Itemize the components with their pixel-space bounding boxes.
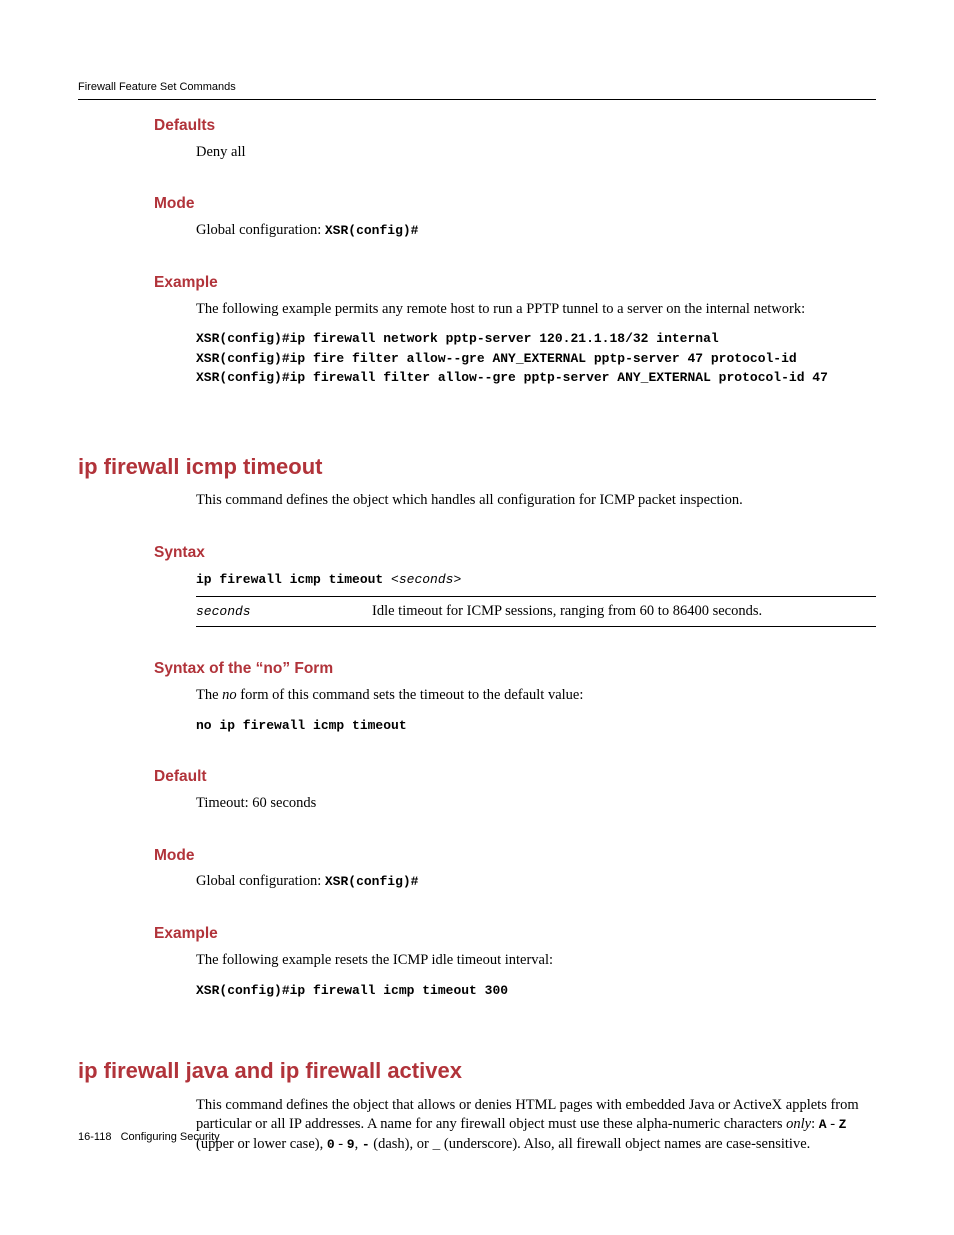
page: Firewall Feature Set Commands Defaults D… [0, 0, 954, 1235]
syntax-arg: <seconds> [391, 572, 461, 587]
table-row: seconds Idle timeout for ICMP sessions, … [196, 596, 876, 627]
default2-text: Timeout: 60 seconds [196, 794, 876, 814]
page-footer: 16-118 Configuring Security [78, 1130, 220, 1145]
example1-line-2: XSR(config)#ip firewall filter allow--gr… [196, 368, 876, 388]
example1-line-0: XSR(config)#ip firewall network pptp-ser… [196, 329, 876, 349]
heading-command-java: ip firewall java and ip firewall activex [78, 1056, 876, 1086]
syntax-cmd: ip firewall icmp timeout [196, 572, 391, 587]
example1-intro: The following example permits any remote… [196, 300, 876, 320]
cmd2-bA: A [819, 1117, 827, 1132]
heading-no-form: Syntax of the “no” Form [78, 659, 876, 680]
mode2-prefix: Global configuration: [196, 873, 325, 889]
heading-syntax: Syntax [78, 543, 876, 564]
mode1-prompt: XSR(config)# [325, 223, 419, 238]
footer-section: Configuring Security [121, 1131, 220, 1143]
heading-example-2: Example [78, 924, 876, 945]
cmd2-d8: (underscore). Also, all firewall object … [440, 1136, 810, 1152]
cmd2-d3: - [827, 1116, 839, 1132]
param-name: seconds [196, 604, 251, 619]
heading-command-icmp: ip firewall icmp timeout [78, 452, 876, 482]
heading-mode-2: Mode [78, 846, 876, 867]
cmd2-bZ: Z [839, 1117, 847, 1132]
noform-intro-1: The [196, 687, 222, 703]
noform-intro-2: form of this command sets the timeout to… [237, 687, 584, 703]
heading-default-2: Default [78, 767, 876, 788]
heading-mode-1: Mode [78, 194, 876, 215]
example2-intro: The following example resets the ICMP id… [196, 951, 876, 971]
mode2-body: Global configuration: XSR(config)# [78, 872, 876, 892]
example2-cmd: XSR(config)#ip firewall icmp timeout 300 [196, 981, 876, 1001]
cmd2-bDash: - [362, 1137, 370, 1152]
heading-example-1: Example [78, 273, 876, 294]
mode1-prefix: Global configuration: [196, 222, 325, 238]
heading-defaults: Defaults [78, 116, 876, 137]
noform-body: The no form of this command sets the tim… [78, 686, 876, 735]
syntax-line: ip firewall icmp timeout <seconds> [78, 570, 876, 590]
cmd2-italic: only [786, 1116, 811, 1132]
cmd2-d2: : [811, 1116, 819, 1132]
mode2-prompt: XSR(config)# [325, 874, 419, 889]
cmd1-desc-text: This command defines the object which ha… [196, 491, 876, 511]
cmd2-d7: (dash), or [370, 1136, 433, 1152]
cmd1-desc: This command defines the object which ha… [78, 491, 876, 511]
cmd2-b0: 0 [327, 1137, 335, 1152]
cmd2-d5: - [335, 1136, 347, 1152]
noform-intro-italic: no [222, 687, 237, 703]
running-head: Firewall Feature Set Commands [78, 80, 876, 100]
cmd2-d1: This command defines the object that all… [196, 1097, 859, 1133]
noform-cmd: no ip firewall icmp timeout [196, 716, 876, 736]
example2-body: The following example resets the ICMP id… [78, 951, 876, 1000]
mode1-body: Global configuration: XSR(config)# [78, 221, 876, 241]
example1-line-1: XSR(config)#ip fire filter allow--gre AN… [196, 349, 876, 369]
example1-body: The following example permits any remote… [78, 300, 876, 388]
cmd2-d6: , [355, 1136, 362, 1152]
cmd2-desc: This command defines the object that all… [78, 1096, 876, 1155]
defaults-body: Deny all [78, 143, 876, 163]
syntax-param-table: seconds Idle timeout for ICMP sessions, … [196, 596, 876, 628]
default2-body: Timeout: 60 seconds [78, 794, 876, 814]
footer-page-num: 16-118 [78, 1131, 111, 1143]
cmd2-b9: 9 [347, 1137, 355, 1152]
param-desc: Idle timeout for ICMP sessions, ranging … [372, 596, 876, 627]
defaults-text: Deny all [196, 143, 876, 163]
